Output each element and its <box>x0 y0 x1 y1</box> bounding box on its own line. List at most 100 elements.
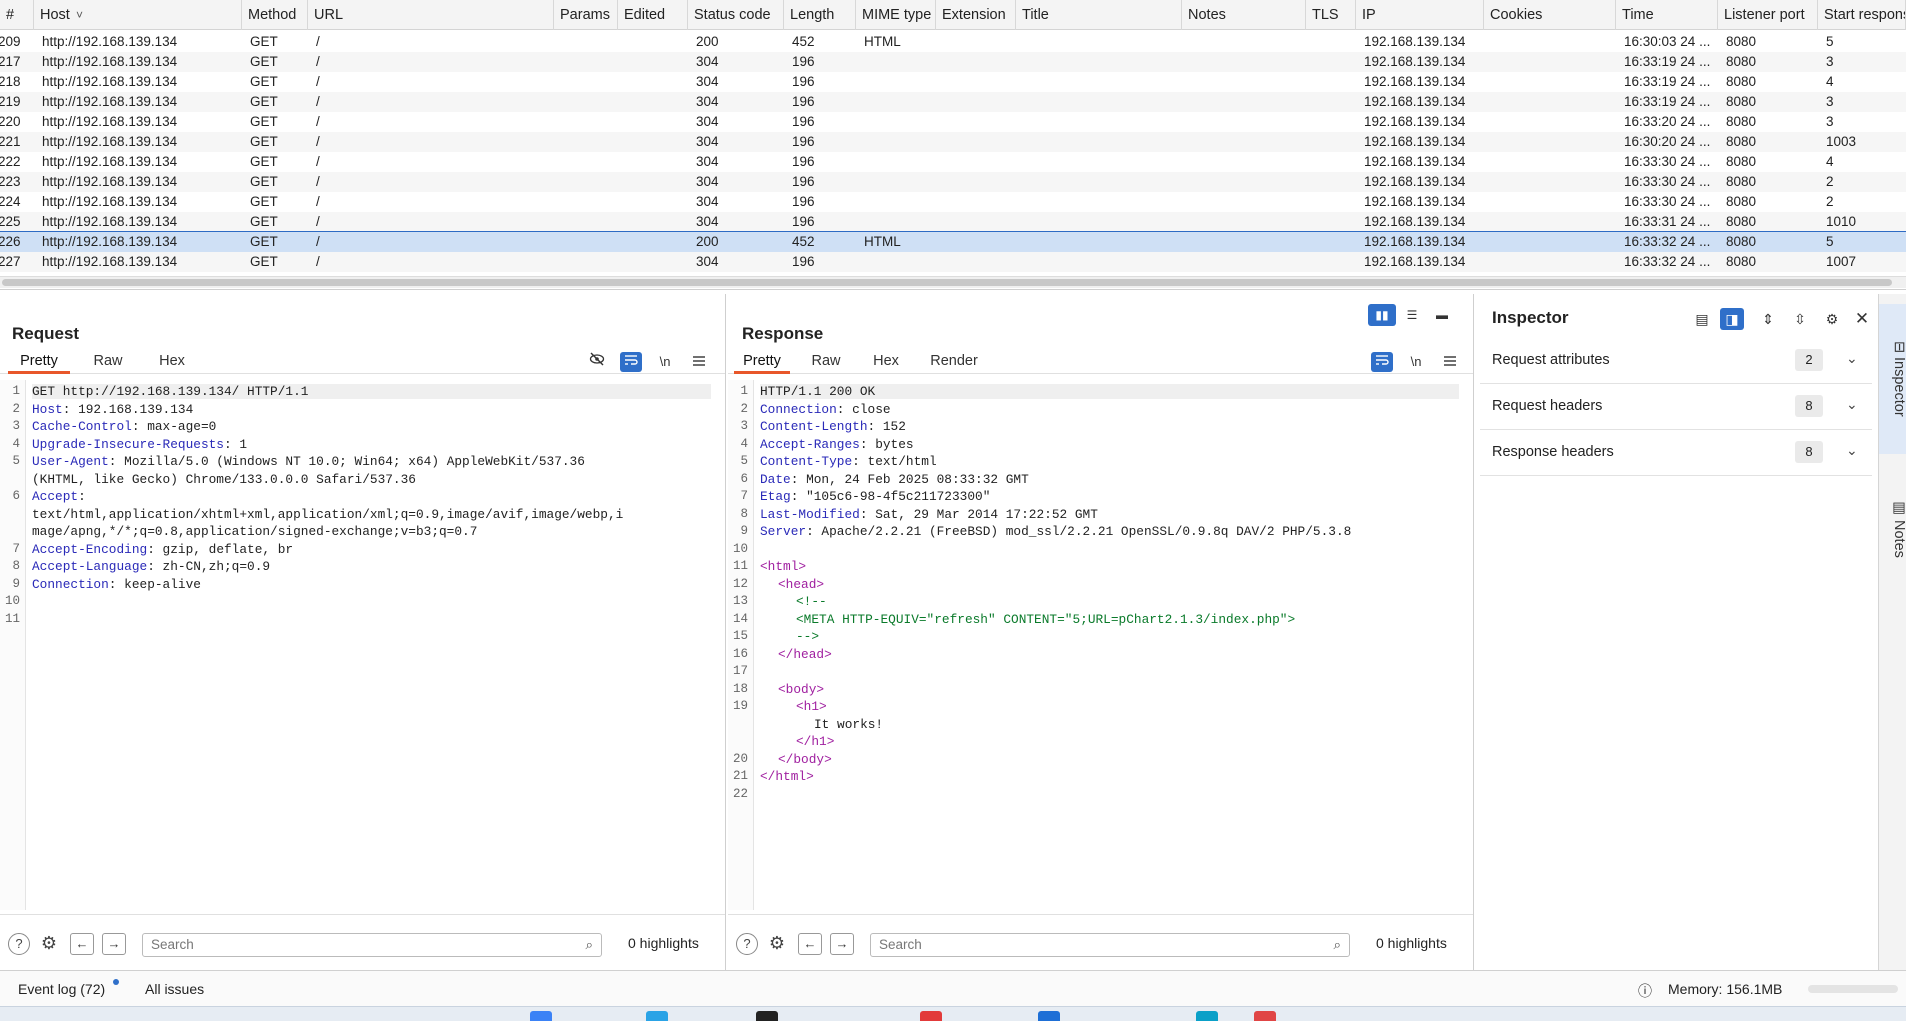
code-val: : Sat, 29 Mar 2014 17:22:52 GMT <box>859 506 1098 522</box>
wrap-icon[interactable] <box>1371 352 1393 372</box>
column-header[interactable]: Start respons <box>1818 0 1906 30</box>
table-cell <box>942 232 1018 252</box>
code-line: Content-Type: text/html <box>760 454 1459 469</box>
table-cell: 219 <box>0 94 21 109</box>
side-tab-inspector[interactable]: ⊟ Inspector <box>1879 304 1906 454</box>
app-icon[interactable] <box>1254 1011 1276 1021</box>
table-cell: GET <box>250 194 278 209</box>
tab-pretty[interactable]: Pretty <box>734 348 790 374</box>
table-row[interactable]: 221 http://192.168.139.134 GET / 304 196 192.1… <box>0 132 1906 152</box>
column-header[interactable]: Status code <box>688 0 784 30</box>
layout-list-icon[interactable]: ▤ <box>1690 308 1714 330</box>
scrollbar-thumb[interactable] <box>2 279 1892 286</box>
table-cell <box>942 192 1018 212</box>
table-cell: http://192.168.139.134 <box>42 34 178 49</box>
column-header[interactable]: Listener port <box>1718 0 1818 30</box>
column-header[interactable]: # <box>0 0 34 30</box>
response-editor[interactable]: 1 2 3 4 5 6 7 8 9 10 11 12 13 14 15 16 17 18 19 20 21 22 HTTP… <box>728 380 1473 910</box>
request-search-input[interactable]: Search ⌕ <box>142 933 602 957</box>
terminal-icon[interactable] <box>756 1011 778 1021</box>
column-header[interactable]: Title <box>1016 0 1182 30</box>
memory-bar <box>1808 985 1898 993</box>
column-header[interactable]: Edited <box>618 0 688 30</box>
table-cell: HTML <box>864 234 901 249</box>
line-number: 14 <box>732 611 748 626</box>
browser-icon[interactable] <box>646 1011 668 1021</box>
event-log-link[interactable]: Event log (72) <box>18 981 105 997</box>
tab-hex[interactable]: Hex <box>148 348 196 374</box>
response-search-input[interactable]: Search ⌕ <box>870 933 1350 957</box>
tab-pretty[interactable]: Pretty <box>8 348 70 374</box>
tab-render[interactable]: Render <box>924 348 984 374</box>
chevron-down-icon[interactable]: ⌄ <box>1846 350 1858 367</box>
table-row[interactable]: 222 http://192.168.139.134 GET / 304 196 192.1… <box>0 152 1906 172</box>
help-icon[interactable]: ? <box>736 933 758 955</box>
app-icon[interactable] <box>1038 1011 1060 1021</box>
section-request-headers[interactable]: Request headers 8 ⌄ <box>1480 384 1872 430</box>
newline-toggle[interactable]: \n <box>654 352 676 372</box>
status-bar: Event log (72) All issues ⓘ Memory: 156.… <box>0 970 1906 1006</box>
code-line: Host: 192.168.139.134 <box>32 402 711 417</box>
tab-raw[interactable]: Raw <box>84 348 132 374</box>
all-issues-link[interactable]: All issues <box>145 981 204 997</box>
gear-icon[interactable]: ⚙ <box>766 933 788 955</box>
table-cell: http://192.168.139.134 <box>42 54 178 69</box>
table-cell <box>1188 92 1308 112</box>
table-row[interactable]: 218 http://192.168.139.134 GET / 304 196 192.1… <box>0 72 1906 92</box>
table-row[interactable]: 217 http://192.168.139.134 GET / 304 196 192.1… <box>0 52 1906 72</box>
collapse-all-icon[interactable]: ⇳ <box>1788 308 1812 330</box>
side-tab-notes[interactable]: ▤ Notes <box>1879 469 1906 589</box>
gear-icon[interactable]: ⚙ <box>1820 308 1844 330</box>
forward-arrow-icon[interactable]: → <box>102 933 126 955</box>
menu-icon[interactable] <box>688 352 710 372</box>
table-row[interactable]: 224 http://192.168.139.134 GET / 304 196 192.1… <box>0 192 1906 212</box>
table-cell <box>560 72 620 92</box>
menu-icon[interactable] <box>1439 352 1461 372</box>
table-row[interactable]: 209 http://192.168.139.134 GET / 200 452 HTML 1… <box>0 32 1906 52</box>
back-arrow-icon[interactable]: ← <box>798 933 822 955</box>
table-row[interactable]: 223 http://192.168.139.134 GET / 304 196 192.1… <box>0 172 1906 192</box>
table-row[interactable]: 220 http://192.168.139.134 GET / 304 196 192.1… <box>0 112 1906 132</box>
back-arrow-icon[interactable]: ← <box>70 933 94 955</box>
request-editor[interactable]: 1 2 3 4 5 6 7 8 9 10 11 GET http://192.168.139.134… <box>0 380 725 910</box>
column-header[interactable]: URL <box>308 0 554 30</box>
column-header[interactable]: TLS <box>1306 0 1356 30</box>
single-pane-icon[interactable]: ▬ <box>1428 304 1456 326</box>
column-header[interactable]: Cookies <box>1484 0 1616 30</box>
section-response-headers[interactable]: Response headers 8 ⌄ <box>1480 430 1872 476</box>
newline-toggle[interactable]: \n <box>1405 352 1427 372</box>
split-columns-icon[interactable]: ▮▮ <box>1368 304 1396 326</box>
column-header[interactable]: Host <box>34 0 242 30</box>
code-val: : zh-CN,zh;q=0.9 <box>147 559 271 574</box>
layout-panel-icon[interactable]: ◨ <box>1720 308 1744 330</box>
table-row[interactable]: 225 http://192.168.139.134 GET / 304 196 192.1… <box>0 212 1906 232</box>
table-row[interactable]: 219 http://192.168.139.134 GET / 304 196 192.1… <box>0 92 1906 112</box>
forward-arrow-icon[interactable]: → <box>830 933 854 955</box>
tab-hex[interactable]: Hex <box>864 348 908 374</box>
column-header[interactable]: Length <box>784 0 856 30</box>
chevron-down-icon[interactable]: ⌄ <box>1846 396 1858 413</box>
wrap-icon[interactable] <box>620 352 642 372</box>
app-icon[interactable] <box>920 1011 942 1021</box>
table-row[interactable]: 227 http://192.168.139.134 GET / 304 196 192.1… <box>0 252 1906 272</box>
gear-icon[interactable]: ⚙ <box>38 933 60 955</box>
column-header[interactable]: Time <box>1616 0 1718 30</box>
split-rows-icon[interactable]: ☰ <box>1398 304 1426 326</box>
column-header[interactable]: Extension <box>936 0 1016 30</box>
tab-raw[interactable]: Raw <box>804 348 848 374</box>
burp-taskbar-icon[interactable] <box>1196 1011 1218 1021</box>
help-icon[interactable]: ? <box>8 933 30 955</box>
table-row[interactable]: 226 http://192.168.139.134 GET / 200 452 HTML 1… <box>0 231 1906 253</box>
column-header[interactable]: Notes <box>1182 0 1306 30</box>
column-header[interactable]: Method <box>242 0 308 30</box>
column-header[interactable]: Params <box>554 0 618 30</box>
column-header[interactable]: MIME type <box>856 0 936 30</box>
close-icon[interactable]: ✕ <box>1850 308 1874 330</box>
eye-off-icon[interactable] <box>586 352 608 372</box>
chevron-down-icon[interactable]: ⌄ <box>1846 442 1858 459</box>
section-request-attributes[interactable]: Request attributes 2 ⌄ <box>1480 338 1872 384</box>
expand-all-icon[interactable]: ⇕ <box>1756 308 1780 330</box>
column-header[interactable]: IP <box>1356 0 1484 30</box>
horizontal-scrollbar[interactable] <box>0 276 1906 288</box>
windows-start-icon[interactable] <box>530 1011 552 1021</box>
